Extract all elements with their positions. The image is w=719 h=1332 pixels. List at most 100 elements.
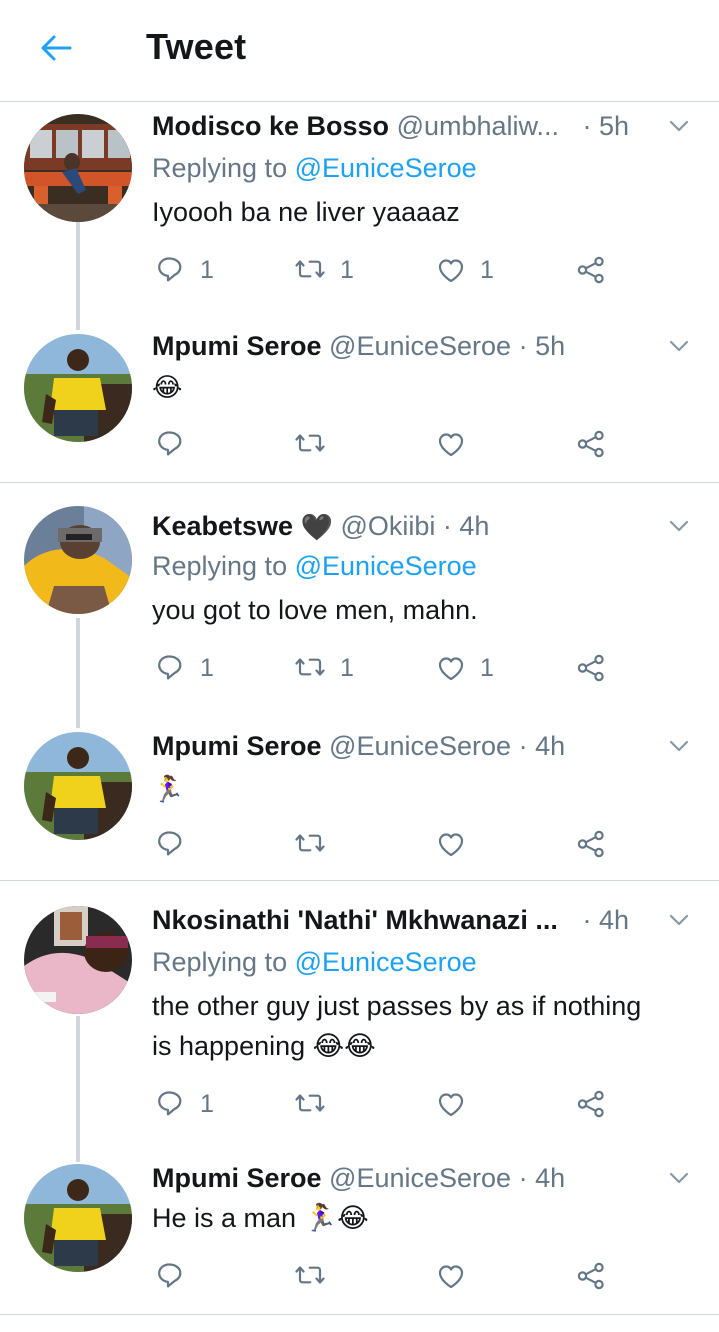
retweet-button[interactable]: 1 xyxy=(294,248,354,292)
share-icon xyxy=(577,830,604,858)
display-name[interactable]: Mpumi Seroe xyxy=(152,1163,322,1193)
reply-icon xyxy=(158,1263,182,1288)
tweet-header: Mpumi Seroe @EuniceSeroe · 4h xyxy=(152,726,699,766)
share-icon xyxy=(577,1090,604,1118)
avatar[interactable] xyxy=(24,334,132,442)
retweet-button[interactable] xyxy=(294,822,326,866)
share-button[interactable] xyxy=(576,1254,606,1298)
chevron-down-icon xyxy=(669,740,689,752)
timestamp: · 4h xyxy=(518,731,566,761)
like-button[interactable] xyxy=(436,1082,466,1126)
retweet-button[interactable] xyxy=(294,422,326,466)
replying-to: Replying to @EuniceSeroe xyxy=(152,546,477,586)
share-button[interactable] xyxy=(576,422,606,466)
tweet-text: the other guy just passes by as if nothi… xyxy=(152,986,695,1066)
display-name[interactable]: Keabetswe xyxy=(152,511,293,541)
display-name[interactable]: Mpumi Seroe xyxy=(152,731,322,761)
avatar[interactable] xyxy=(24,114,132,222)
like-button[interactable] xyxy=(436,422,466,466)
chevron-down-icon xyxy=(669,1172,689,1184)
like-button[interactable] xyxy=(436,1254,466,1298)
retweet-count: 1 xyxy=(340,653,354,682)
thread-connector xyxy=(76,222,80,330)
like-button[interactable]: 1 xyxy=(436,646,494,690)
user-handle[interactable]: @EuniceSeroe xyxy=(329,331,511,361)
mention-link[interactable]: @EuniceSeroe xyxy=(295,153,477,183)
avatar[interactable] xyxy=(24,732,132,840)
emoji-text: 😂 xyxy=(152,372,183,403)
display-name[interactable]: Nkosinathi 'Nathi' Mkhwanazi ... xyxy=(152,900,558,940)
back-button[interactable] xyxy=(36,28,76,68)
tweet-text: Iyoooh ba ne liver yaaaaz xyxy=(152,197,460,227)
share-button[interactable] xyxy=(576,822,606,866)
back-arrow-icon xyxy=(41,35,72,61)
user-handle[interactable]: @umbhaliw... xyxy=(397,106,559,146)
like-count: 1 xyxy=(480,255,494,284)
share-icon xyxy=(577,1262,604,1290)
tweet-actions xyxy=(152,822,632,866)
like-icon xyxy=(438,1265,464,1289)
thread-connector xyxy=(76,618,80,728)
display-name[interactable]: Mpumi Seroe xyxy=(152,331,322,361)
share-icon xyxy=(577,430,604,458)
mention-link[interactable]: @EuniceSeroe xyxy=(295,551,477,581)
tweet-menu-button[interactable] xyxy=(659,1158,699,1198)
retweet-icon xyxy=(295,260,325,278)
reply-count: 1 xyxy=(200,1089,214,1118)
like-button[interactable] xyxy=(436,822,466,866)
tweet-menu-button[interactable] xyxy=(659,106,699,146)
chevron-down-icon xyxy=(669,340,689,352)
share-button[interactable] xyxy=(576,1082,606,1126)
thread-divider xyxy=(0,880,719,881)
like-count: 1 xyxy=(480,653,494,682)
reply-button[interactable] xyxy=(156,422,186,466)
display-name[interactable]: Modisco ke Bosso xyxy=(152,111,389,141)
user-handle[interactable]: @EuniceSeroe xyxy=(329,1163,511,1193)
retweet-button[interactable]: 1 xyxy=(294,646,354,690)
user-handle[interactable]: @Okiibi xyxy=(340,511,435,541)
avatar[interactable] xyxy=(24,1164,132,1272)
reply-count: 1 xyxy=(200,255,214,284)
share-icon xyxy=(577,654,604,682)
tweet-header: Nkosinathi 'Nathi' Mkhwanazi ... · 4h xyxy=(152,900,699,940)
share-button[interactable] xyxy=(576,248,606,292)
avatar[interactable] xyxy=(24,906,132,1014)
chevron-down-icon xyxy=(669,120,689,132)
reply-button[interactable] xyxy=(156,1254,186,1298)
reply-icon xyxy=(158,655,182,680)
tweet-menu-button[interactable] xyxy=(659,726,699,766)
avatar[interactable] xyxy=(24,506,132,614)
emoji-text: 🏃‍♀️ xyxy=(152,774,185,805)
like-icon xyxy=(438,1093,464,1117)
retweet-button[interactable] xyxy=(294,1082,326,1126)
tweet-menu-button[interactable] xyxy=(659,326,699,366)
tweet-actions xyxy=(152,422,632,466)
share-button[interactable] xyxy=(576,646,606,690)
tweet-header: Mpumi Seroe @EuniceSeroe · 5h xyxy=(152,326,699,366)
tweet-menu-button[interactable] xyxy=(659,900,699,940)
tweet-actions: 1 1 1 xyxy=(152,248,632,292)
reply-button[interactable]: 1 xyxy=(156,646,214,690)
user-handle[interactable]: @EuniceSeroe xyxy=(329,731,511,761)
like-icon xyxy=(438,259,464,283)
tweet-actions xyxy=(152,1254,632,1298)
reply-button[interactable] xyxy=(156,822,186,866)
reply-icon xyxy=(158,1091,182,1116)
mention-link[interactable]: @EuniceSeroe xyxy=(295,947,477,977)
like-button[interactable]: 1 xyxy=(436,248,494,292)
tweet-text-line: is happening 😂😂 xyxy=(152,1031,376,1061)
thread-divider xyxy=(0,1314,719,1315)
reply-button[interactable]: 1 xyxy=(156,1082,214,1126)
replying-label: Replying to xyxy=(152,551,288,581)
timestamp: · 5h xyxy=(518,331,566,361)
chevron-down-icon xyxy=(669,520,689,532)
tweet-actions: 1 1 1 xyxy=(152,646,632,690)
tweet-text: 😂 xyxy=(152,366,695,408)
retweet-button[interactable] xyxy=(294,1254,326,1298)
tweet-text-line: the other guy just passes by as if nothi… xyxy=(152,991,642,1021)
replying-to: Replying to @EuniceSeroe xyxy=(152,148,477,188)
tweet-menu-button[interactable] xyxy=(659,506,699,546)
reply-button[interactable]: 1 xyxy=(156,248,214,292)
timestamp: · 4h xyxy=(442,511,490,541)
retweet-count: 1 xyxy=(340,255,354,284)
